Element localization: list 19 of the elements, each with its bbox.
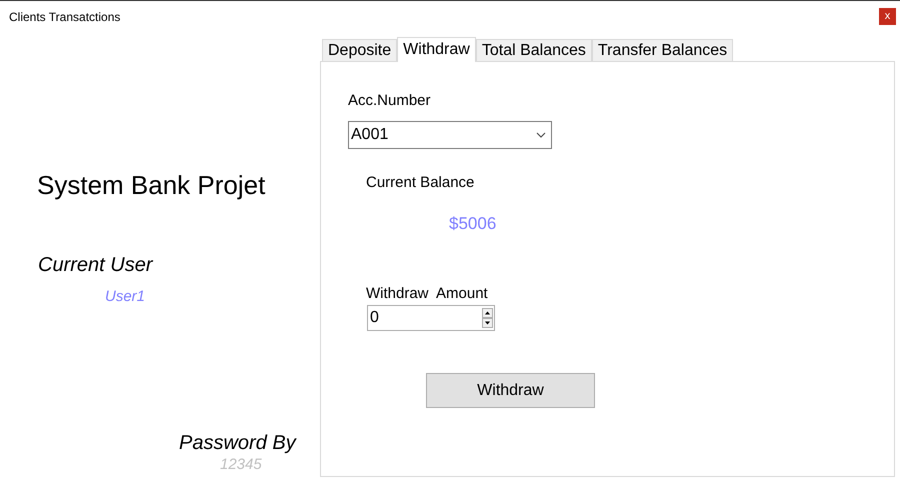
- app-title: System Bank Projet: [37, 170, 266, 201]
- tab[interactable]: Withdraw: [397, 37, 476, 62]
- account-label: Acc.Number: [348, 92, 431, 109]
- tab[interactable]: Transfer Balances: [592, 39, 734, 61]
- password-label: Password By: [179, 432, 298, 455]
- balance-label: Current Balance: [366, 174, 474, 191]
- close-button[interactable]: x: [879, 8, 896, 25]
- tab[interactable]: Total Balances: [476, 39, 592, 61]
- tab[interactable]: Deposite: [322, 39, 398, 61]
- window-title: Clients Transatctions: [9, 10, 120, 24]
- chevron-down-icon: [536, 132, 546, 138]
- current-user-value: User1: [105, 288, 146, 305]
- withdraw-button[interactable]: Withdraw: [426, 373, 595, 408]
- password-value: 12345: [220, 456, 263, 473]
- amount-label: Withdraw Amount: [366, 285, 488, 302]
- current-user-label: Current User: [38, 254, 154, 277]
- amount-field[interactable]: 0: [367, 305, 495, 331]
- balance-value: $5006: [449, 214, 496, 234]
- account-dropdown[interactable]: A001: [348, 121, 552, 149]
